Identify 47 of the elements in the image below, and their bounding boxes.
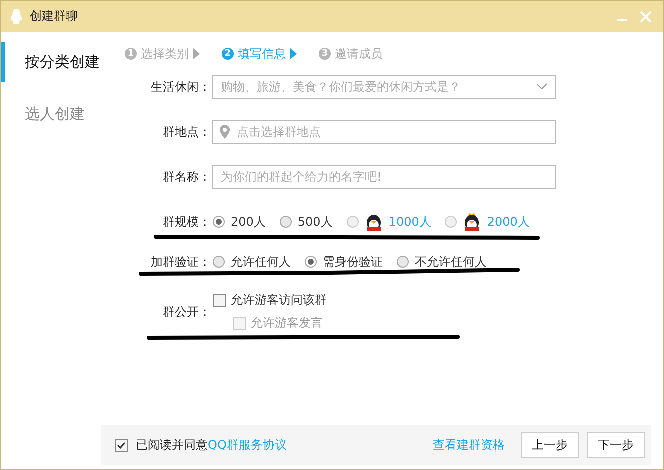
agree-checkbox[interactable] <box>115 438 128 452</box>
sidebar-item[interactable]: 选人创建 <box>1 94 113 134</box>
checkbox-label: 允许游客访问该群 <box>231 292 327 309</box>
field-label: 群名称： <box>162 168 211 186</box>
radio-button[interactable] <box>213 256 225 268</box>
next-button[interactable]: 下一步 <box>587 432 645 458</box>
checkbox[interactable] <box>213 294 226 307</box>
step-number: 3 <box>319 48 331 60</box>
checkbox-label: 允许游客发言 <box>251 315 323 332</box>
step-number: 2 <box>222 48 234 60</box>
group-name-field[interactable]: 为你们的群起个给力的名字吧! <box>212 165 556 189</box>
field-label: 群地点： <box>162 124 211 140</box>
step-number: 1 <box>125 48 137 60</box>
step-label: 邀请成员 <box>335 46 383 62</box>
penguin-icon <box>364 212 383 232</box>
option-label: 500人 <box>298 214 333 230</box>
chevron-down-icon <box>536 83 548 91</box>
arrow-right-icon <box>193 48 200 60</box>
step-label: 选择类别 <box>141 46 189 62</box>
radio-button[interactable] <box>305 256 317 268</box>
agreement-text: 已阅读并同意QQ群服务协议 <box>136 436 287 454</box>
radio-button[interactable] <box>280 216 292 228</box>
location-pin-icon <box>220 125 230 139</box>
location-field[interactable]: 点击选择群地点 <box>212 120 556 144</box>
radio-button[interactable] <box>213 216 225 228</box>
field-label: 群规模： <box>162 214 211 230</box>
penguin-icon <box>9 8 24 25</box>
radio-button[interactable] <box>445 216 458 228</box>
radio-button[interactable] <box>346 216 359 228</box>
radio-button[interactable] <box>397 256 409 268</box>
option-label: 允许任何人 <box>231 254 291 270</box>
option-label: 1000人 <box>388 214 432 230</box>
option-label: 不允许任何人 <box>415 254 487 270</box>
field-label: 群公开： <box>162 304 211 320</box>
field-label: 生活休闲： <box>150 78 211 96</box>
field-label: 加群验证： <box>150 254 211 270</box>
step-label: 填写信息 <box>238 46 286 62</box>
option-label: 200人 <box>231 214 266 230</box>
option-label: 需身份验证 <box>323 254 383 270</box>
category-dropdown[interactable]: 购物、旅游、美食？你们最爱的休闲方式是？ <box>212 75 556 99</box>
arrow-right-icon <box>290 48 297 60</box>
previous-button[interactable]: 上一步 <box>521 432 579 458</box>
option-label: 2000人 <box>487 214 530 230</box>
window-title: 创建群聊 <box>30 8 78 25</box>
penguin-icon <box>463 212 482 232</box>
close-icon[interactable] <box>639 10 653 24</box>
sidebar-item[interactable]: 按分类创建 <box>1 42 113 82</box>
